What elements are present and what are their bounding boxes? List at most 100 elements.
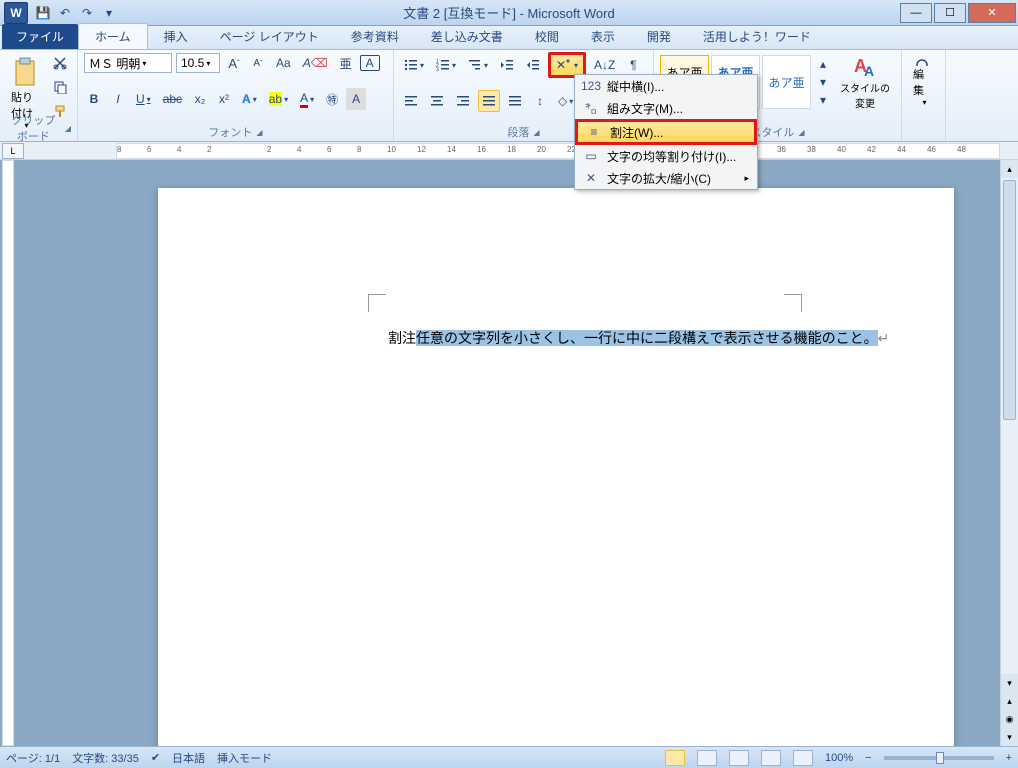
font-name-combo[interactable]: ＭＳ 明朝▾	[84, 53, 172, 73]
shrink-font-button[interactable]: Aˇ	[248, 52, 268, 74]
change-styles-button[interactable]: AA スタイルの 変更	[835, 49, 895, 115]
italic-button[interactable]: I	[108, 88, 128, 110]
show-marks-button[interactable]: ¶	[623, 54, 643, 76]
menu-tate-chu-yoko[interactable]: 123 縦中横(I)...	[575, 75, 757, 97]
increase-indent-button[interactable]	[522, 54, 544, 76]
character-shading-button[interactable]: A	[346, 88, 366, 110]
styles-launcher[interactable]: ◢	[798, 128, 804, 137]
align-justify-button[interactable]	[478, 90, 500, 112]
window-buttons: — ☐ ✕	[900, 3, 1018, 23]
editing-button[interactable]: 編集 ▾	[908, 52, 939, 112]
fullscreen-reading-view-button[interactable]	[697, 750, 717, 766]
scale-icon: ✕	[583, 171, 599, 185]
decrease-indent-button[interactable]	[496, 54, 518, 76]
word-count-status[interactable]: 文字数: 33/35	[72, 750, 139, 766]
font-color-button[interactable]: A▾	[296, 88, 318, 110]
sort-button[interactable]: A↓Z	[590, 54, 619, 76]
zoom-slider-knob[interactable]	[936, 752, 944, 764]
proofing-status[interactable]: ✔	[151, 751, 160, 764]
menu-distribute-characters[interactable]: ▭ 文字の均等割り付け(I)...	[575, 145, 757, 167]
developer-tab[interactable]: 開発	[631, 24, 687, 49]
zoom-slider[interactable]	[884, 756, 994, 760]
style-item-more[interactable]: あア亜	[762, 55, 811, 109]
enclose-characters-button[interactable]: ㊕	[322, 88, 342, 110]
next-page-button[interactable]: ▾	[1001, 728, 1018, 746]
zoom-level[interactable]: 100%	[825, 752, 853, 764]
outline-view-button[interactable]	[761, 750, 781, 766]
prev-page-button[interactable]: ▴	[1001, 692, 1018, 710]
align-center-icon	[430, 95, 444, 107]
view-tab[interactable]: 表示	[575, 24, 631, 49]
font-size-combo[interactable]: 10.5▾	[176, 53, 220, 73]
superscript-button[interactable]: x²	[214, 88, 234, 110]
document-text[interactable]: 割注任意の文字列を小さくし、一行に中に二段構えで表示させる機能のこと。↵	[388, 328, 889, 348]
web-layout-view-button[interactable]	[729, 750, 749, 766]
language-status[interactable]: 日本語	[172, 750, 205, 766]
maximize-button[interactable]: ☐	[934, 3, 966, 23]
copy-button[interactable]	[49, 76, 71, 98]
line-spacing-button[interactable]: ↕	[530, 90, 550, 112]
zoom-in-button[interactable]: +	[1006, 752, 1012, 764]
underline-button[interactable]: U▾	[132, 88, 155, 110]
subscript-button[interactable]: x₂	[190, 88, 210, 110]
paragraph-launcher[interactable]: ◢	[533, 128, 539, 137]
review-tab[interactable]: 校閲	[519, 24, 575, 49]
style-gallery-more[interactable]: ▾	[813, 93, 833, 107]
grow-font-button[interactable]: Aˆ	[224, 52, 244, 74]
references-tab[interactable]: 参考資料	[335, 24, 415, 49]
align-left-icon	[404, 95, 418, 107]
browse-object-button[interactable]: ◉	[1001, 710, 1018, 728]
print-layout-view-button[interactable]	[665, 750, 685, 766]
page[interactable]: 割注任意の文字列を小さくし、一行に中に二段構えで表示させる機能のこと。↵	[158, 188, 954, 746]
mailings-tab[interactable]: 差し込み文書	[415, 24, 519, 49]
page-layout-tab[interactable]: ページ レイアウト	[204, 24, 335, 49]
menu-warichu[interactable]: ≡ 割注(W)...	[575, 119, 757, 145]
selected-text: 任意の文字列を小さくし、一行に中に二段構えで表示させる機能のこと。	[416, 330, 878, 346]
text-effects-button[interactable]: A▾	[238, 88, 261, 110]
menu-character-scaling[interactable]: ✕ 文字の拡大/縮小(C) ▸	[575, 167, 757, 189]
bullets-button[interactable]: ▾	[400, 54, 428, 76]
cut-button[interactable]	[49, 52, 71, 74]
distributed-button[interactable]	[504, 90, 526, 112]
font-launcher[interactable]: ◢	[256, 128, 262, 137]
horizontal-ruler[interactable]: 8642246810121416182022242628303234363840…	[116, 143, 1000, 159]
bold-button[interactable]: B	[84, 88, 104, 110]
highlight-button[interactable]: ab▾	[265, 88, 292, 110]
style-scroll-down[interactable]: ▾	[813, 75, 833, 89]
align-center-button[interactable]	[426, 90, 448, 112]
vertical-scrollbar[interactable]: ▴ ▾ ▴ ◉ ▾	[1000, 160, 1018, 746]
align-right-button[interactable]	[452, 90, 474, 112]
page-status[interactable]: ページ: 1/1	[6, 750, 60, 766]
multilevel-list-button[interactable]: ▾	[464, 54, 492, 76]
insert-tab[interactable]: 挿入	[148, 24, 204, 49]
scroll-down-button[interactable]: ▾	[1001, 674, 1018, 692]
phonetic-guide-button[interactable]: 亜	[336, 52, 356, 74]
minimize-button[interactable]: —	[900, 3, 932, 23]
undo-button[interactable]: ↶	[56, 4, 74, 22]
zoom-out-button[interactable]: −	[865, 752, 871, 764]
character-border-button[interactable]: A	[360, 55, 380, 71]
redo-button[interactable]: ↷	[78, 4, 96, 22]
insert-mode-status[interactable]: 挿入モード	[217, 750, 272, 766]
scroll-thumb[interactable]	[1003, 180, 1016, 420]
numbering-button[interactable]: 123▾	[432, 54, 460, 76]
multilevel-list-icon	[468, 59, 482, 71]
strikethrough-button[interactable]: abc	[159, 88, 186, 110]
change-case-button[interactable]: Aa	[272, 52, 295, 74]
tab-selector[interactable]: L	[2, 143, 24, 159]
editing-group: 編集 ▾	[902, 50, 946, 141]
addins-tab[interactable]: 活用しよう！ワード	[687, 24, 827, 49]
file-tab[interactable]: ファイル	[2, 24, 78, 49]
align-left-button[interactable]	[400, 90, 422, 112]
save-button[interactable]: 💾	[34, 4, 52, 22]
vertical-ruler[interactable]	[2, 160, 14, 746]
draft-view-button[interactable]	[793, 750, 813, 766]
style-scroll-up[interactable]: ▴	[813, 57, 833, 71]
clipboard-launcher[interactable]: ◢	[65, 124, 71, 133]
home-tab[interactable]: ホーム	[78, 23, 148, 49]
customize-qat-button[interactable]: ▾	[100, 4, 118, 22]
close-button[interactable]: ✕	[968, 3, 1016, 23]
scroll-up-button[interactable]: ▴	[1001, 160, 1018, 178]
menu-combine-characters[interactable]: ㌔ 組み文字(M)...	[575, 97, 757, 119]
clear-formatting-button[interactable]: A⌫	[299, 52, 332, 74]
